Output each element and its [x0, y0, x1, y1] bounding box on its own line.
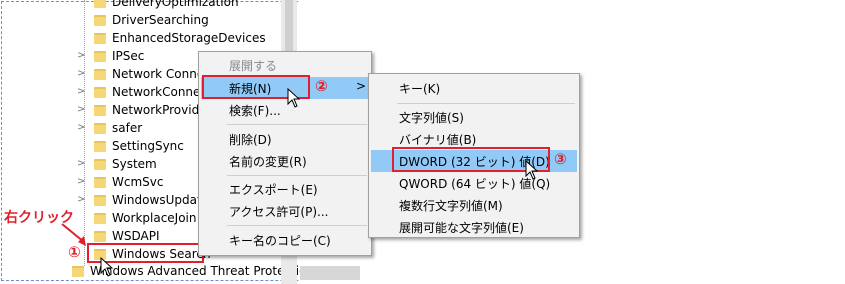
folder-icon [94, 69, 106, 80]
tree-item-label: IPSec [112, 49, 145, 63]
tree-item-label: WSDAPI [112, 229, 160, 243]
tree-item-windows-advanced-threat-protection[interactable]: Windows Advanced Threat Protection [0, 263, 314, 281]
menu-item-label: エクスポート(E) [229, 183, 318, 197]
menu-separator [227, 175, 367, 176]
menu-item-label: キー名のコピー(C) [229, 234, 331, 248]
chevron-right-icon[interactable]: > [77, 68, 85, 79]
mouse-cursor-icon [525, 160, 539, 180]
tree-item-label: NetworkProvide [112, 103, 207, 117]
chevron-right-icon[interactable]: > [77, 158, 85, 169]
tree-item-label: WorkplaceJoin [112, 211, 197, 225]
menu-item-export[interactable]: エクスポート(E) [201, 178, 369, 200]
tree-item-deliveryoptimization[interactable]: DeliveryOptimization [0, 0, 300, 12]
tree-item-label: Network Connec [112, 67, 211, 81]
step-2-marker: ② [315, 77, 328, 95]
tree-item-label: DeliveryOptimization [112, 0, 239, 9]
tree-item-label: System [112, 157, 157, 171]
tree-item-label: safer [112, 121, 143, 135]
chevron-right-icon[interactable]: > [77, 104, 85, 115]
menu-item-label: 削除(D) [229, 133, 272, 147]
tree-item-driversearching[interactable]: DriverSearching [0, 12, 300, 30]
menu-item-label: 名前の変更(R) [229, 155, 307, 169]
submenu-item-string-value[interactable]: 文字列値(S) [371, 106, 577, 128]
submenu-item-qword-value[interactable]: QWORD (64 ビット) 値(Q) [371, 172, 577, 194]
menu-item-label: アクセス許可(P)... [229, 205, 329, 219]
folder-icon [94, 123, 106, 134]
menu-item-label: 文字列値(S) [399, 111, 464, 125]
menu-item-delete[interactable]: 削除(D) [201, 128, 369, 150]
menu-item-expand[interactable]: 展開する [201, 54, 369, 76]
menu-item-label: 検索(F)... [229, 104, 281, 118]
menu-item-rename[interactable]: 名前の変更(R) [201, 150, 369, 172]
folder-icon [72, 266, 84, 277]
folder-icon [94, 0, 106, 8]
tree-item-label: SettingSync [112, 139, 184, 153]
menu-separator [227, 225, 367, 226]
folder-icon [94, 141, 106, 152]
folder-icon [94, 213, 106, 224]
menu-item-label: 展開する [229, 59, 278, 73]
folder-icon [94, 33, 106, 44]
folder-icon [94, 87, 106, 98]
menu-separator [227, 124, 367, 125]
chevron-right-icon[interactable]: > [77, 50, 85, 61]
chevron-right-icon[interactable]: > [77, 122, 85, 133]
folder-icon [94, 51, 106, 62]
tree-item-label: DriverSearching [112, 13, 209, 27]
menu-item-label: 複数行文字列値(M) [399, 199, 503, 213]
folder-icon [94, 15, 106, 26]
menu-item-label: バイナリ値(B) [399, 133, 477, 147]
menu-item-label: キー(K) [399, 82, 441, 96]
submenu-item-multi-string-value[interactable]: 複数行文字列値(M) [371, 194, 577, 216]
chevron-right-icon[interactable]: > [77, 176, 85, 187]
menu-item-copy-key-name[interactable]: キー名のコピー(C) [201, 229, 369, 251]
chevron-right-icon[interactable]: > [77, 194, 85, 205]
menu-item-permissions[interactable]: アクセス許可(P)... [201, 200, 369, 222]
folder-icon [94, 159, 106, 170]
submenu-item-key[interactable]: キー(K) [371, 77, 577, 99]
menu-separator [397, 103, 575, 104]
mouse-cursor-icon [287, 88, 301, 108]
tree-item-enhancedstoragedevices[interactable]: EnhancedStorageDevices [0, 30, 300, 48]
step-1-marker: ① [68, 243, 81, 261]
menu-item-label: 展開可能な文字列値(E) [399, 221, 524, 235]
folder-icon [94, 195, 106, 206]
chevron-right-icon[interactable]: > [77, 86, 85, 97]
tree-item-label: WcmSvc [112, 175, 164, 189]
tree-item-label: EnhancedStorageDevices [112, 31, 266, 45]
folder-icon [94, 231, 106, 242]
folder-icon [94, 177, 106, 188]
folder-icon [94, 105, 106, 116]
menu-item-find[interactable]: 検索(F)... [201, 99, 369, 121]
step-3-marker: ③ [554, 150, 567, 168]
chevron-right-icon: > [356, 79, 367, 93]
tree-item-label: WindowsUpdate [112, 193, 210, 207]
tree-item-label: NetworkConnec [112, 85, 208, 99]
submenu-item-expandable-string-value[interactable]: 展開可能な文字列値(E) [371, 216, 577, 238]
horizontal-scrollbar-thumb[interactable] [300, 266, 360, 280]
mouse-cursor-icon [100, 257, 114, 277]
